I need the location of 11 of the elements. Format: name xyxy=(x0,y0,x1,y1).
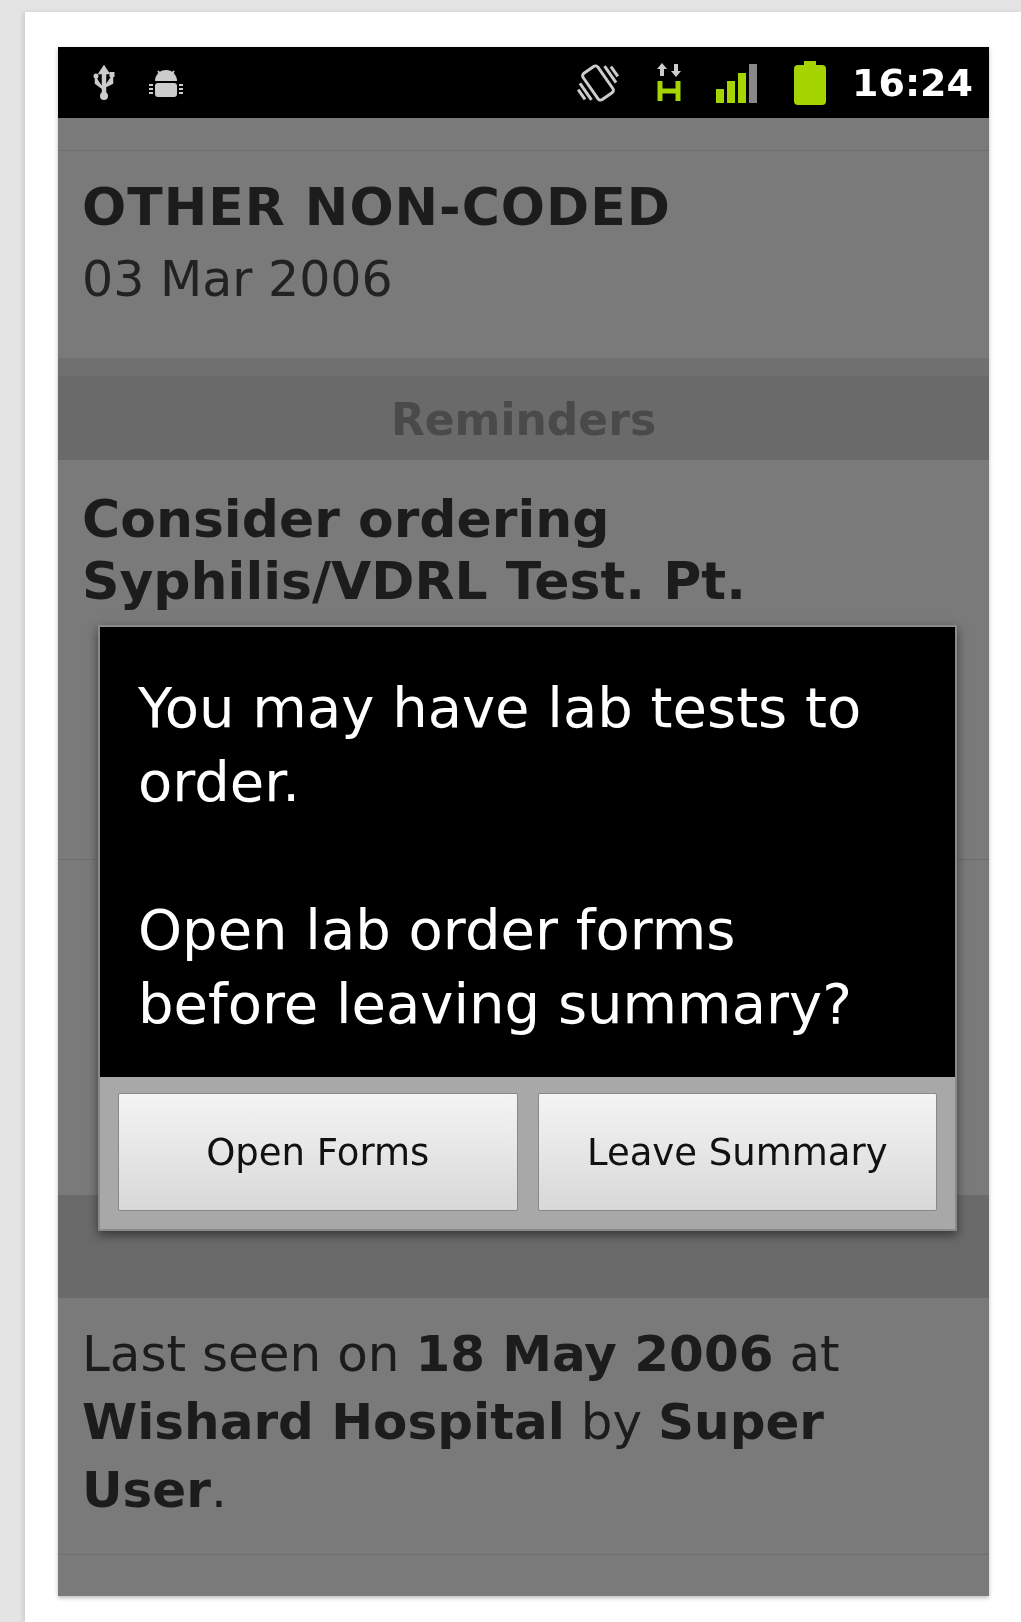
notes-text: Last seen on 18 May 2006 at Wishard Hospital by Super User. xyxy=(82,1324,841,1521)
reminder-text: Consider ordering Syphilis/VDRL Test. Pt. xyxy=(82,488,747,612)
clock-time: 16:24 xyxy=(852,60,973,105)
dialog-button[interactable]: Leave Summary xyxy=(537,1093,937,1211)
encounter-date: 03 Mar 2006 xyxy=(82,251,394,308)
encounter-title: OTHER NON-CODED xyxy=(82,177,672,237)
dialog-message: Open lab order forms before leaving summary? xyxy=(138,896,853,1038)
dialog-button[interactable]: Open Forms xyxy=(118,1093,518,1211)
dialog-message: You may have lab tests to order. xyxy=(138,674,863,816)
usb-icon xyxy=(92,64,116,101)
battery-icon xyxy=(792,59,829,106)
